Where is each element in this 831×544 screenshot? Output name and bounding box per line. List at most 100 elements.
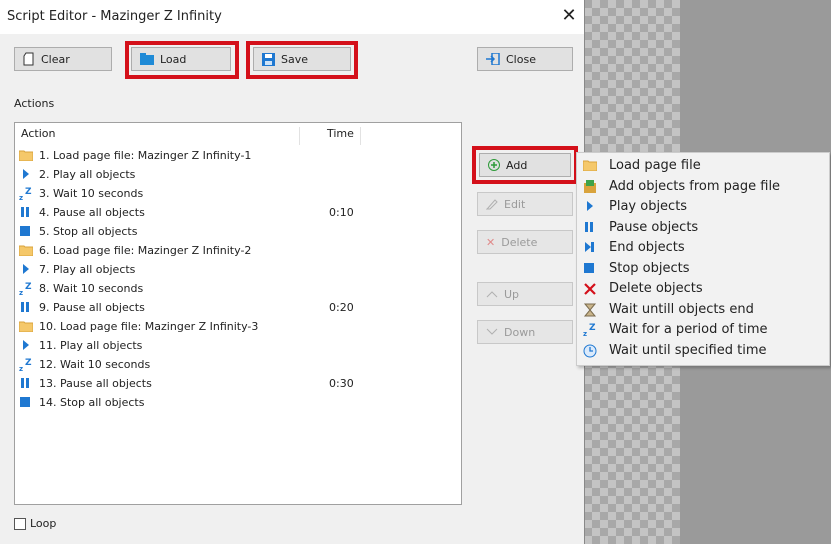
wait-icon: zZ bbox=[19, 187, 33, 202]
action-row[interactable]: 10. Load page file: Mazinger Z Infinity-… bbox=[18, 317, 439, 336]
action-text: 4. Pause all objects bbox=[39, 206, 145, 219]
wait-icon: zZ bbox=[19, 187, 32, 202]
action-row[interactable]: 9. Pause all objects 0:20 bbox=[19, 298, 439, 317]
wait-icon: zZ bbox=[19, 358, 33, 373]
folder-icon bbox=[18, 320, 34, 333]
svg-text:z: z bbox=[19, 194, 23, 201]
loop-checkbox[interactable] bbox=[14, 517, 26, 530]
menu-item-load-page-file[interactable]: Load page file bbox=[577, 156, 829, 176]
action-row[interactable]: 11. Play all objects bbox=[19, 336, 439, 355]
action-row[interactable]: 5. Stop all objects bbox=[19, 222, 439, 241]
end-icon bbox=[585, 242, 594, 252]
close-button[interactable]: Close bbox=[477, 47, 573, 71]
stop-icon bbox=[583, 262, 597, 276]
close-button-label: Close bbox=[506, 52, 536, 66]
loop-option[interactable]: Loop bbox=[14, 517, 56, 530]
down-button-label: Down bbox=[504, 325, 536, 339]
edit-button[interactable]: Edit bbox=[477, 192, 573, 216]
actions-label: Actions bbox=[14, 97, 55, 110]
menu-item-wait-for-a-period-of-time[interactable]: z Z Wait for a period of time bbox=[577, 320, 829, 340]
pencil-icon bbox=[486, 199, 498, 210]
menu-item-delete-objects[interactable]: Delete objects bbox=[577, 279, 829, 299]
folder-icon bbox=[18, 150, 34, 162]
menu-item-wait-until-specified-time[interactable]: Wait until specified time bbox=[577, 341, 829, 361]
folder-icon bbox=[18, 321, 34, 333]
folder-icon bbox=[582, 160, 598, 172]
action-text: 11. Play all objects bbox=[39, 339, 143, 352]
action-row[interactable]: 7. Play all objects bbox=[19, 260, 439, 279]
svg-text:Z: Z bbox=[25, 358, 32, 368]
wait-icon: zZ bbox=[19, 358, 32, 373]
stop-icon bbox=[20, 226, 30, 236]
menu-item-label: Wait untill objects end bbox=[609, 301, 754, 317]
stop-icon bbox=[19, 225, 33, 238]
action-text: 6. Load page file: Mazinger Z Infinity-2 bbox=[39, 244, 252, 257]
play-icon bbox=[23, 340, 29, 350]
delete-x-icon bbox=[583, 282, 597, 296]
action-row[interactable]: 14. Stop all objects bbox=[19, 393, 439, 412]
delete-button[interactable]: ✕ Delete bbox=[477, 230, 573, 254]
action-text: 5. Stop all objects bbox=[39, 225, 138, 238]
action-row[interactable]: 2. Play all objects bbox=[19, 165, 439, 184]
column-header-time[interactable]: Time bbox=[327, 127, 354, 140]
action-time: 0:30 bbox=[329, 377, 354, 390]
menu-item-label: Load page file bbox=[609, 158, 701, 173]
wait-icon: zZ bbox=[19, 282, 33, 297]
svg-text:z: z bbox=[19, 289, 23, 296]
menu-item-label: Wait until specified time bbox=[609, 342, 767, 358]
menu-item-label: Delete objects bbox=[609, 281, 703, 296]
close-window-icon[interactable]: ✕ bbox=[558, 5, 580, 27]
folder-icon bbox=[18, 245, 34, 257]
title-bar: Script Editor - Mazinger Z Infinity ✕ bbox=[0, 0, 584, 34]
menu-item-play-objects[interactable]: Play objects bbox=[577, 197, 829, 217]
action-text: 12. Wait 10 seconds bbox=[39, 358, 151, 371]
play-icon bbox=[19, 263, 33, 276]
stop-icon bbox=[584, 262, 594, 273]
svg-text:z: z bbox=[19, 365, 23, 372]
chevron-up-icon bbox=[486, 291, 498, 298]
action-row[interactable]: 13. Pause all objects 0:30 bbox=[19, 374, 439, 393]
save-highlight-box bbox=[246, 41, 358, 79]
column-separator bbox=[299, 127, 300, 145]
clear-button[interactable]: Clear bbox=[14, 47, 112, 71]
action-row[interactable]: 4. Pause all objects 0:10 bbox=[19, 203, 439, 222]
loop-label: Loop bbox=[30, 517, 57, 530]
folder-icon bbox=[18, 149, 34, 162]
menu-item-add-objects-from-page-file[interactable]: Add objects from page file bbox=[577, 177, 829, 197]
menu-item-wait-untill-objects-end[interactable]: Wait untill objects end bbox=[577, 300, 829, 320]
column-separator bbox=[360, 127, 361, 145]
play-icon bbox=[19, 168, 33, 181]
wait-icon: zZ bbox=[583, 323, 596, 338]
menu-item-end-objects[interactable]: End objects bbox=[577, 238, 829, 258]
action-row[interactable]: z Z 12. Wait 10 seconds bbox=[19, 355, 439, 374]
play-icon bbox=[587, 201, 593, 211]
action-text: 14. Stop all objects bbox=[39, 396, 145, 409]
actions-list[interactable]: Action Time 1. Load page file: Mazinger … bbox=[14, 122, 462, 505]
action-text: 13. Pause all objects bbox=[39, 377, 152, 390]
hourglass-icon bbox=[583, 303, 597, 317]
play-icon bbox=[23, 169, 29, 179]
script-editor-window: Script Editor - Mazinger Z Infinity ✕ Cl… bbox=[0, 0, 585, 544]
action-text: 3. Wait 10 seconds bbox=[39, 187, 144, 200]
action-text: 1. Load page file: Mazinger Z Infinity-1 bbox=[39, 149, 252, 162]
pause-icon bbox=[21, 302, 29, 312]
action-time: 0:20 bbox=[329, 301, 354, 314]
action-row[interactable]: 6. Load page file: Mazinger Z Infinity-2 bbox=[18, 241, 439, 260]
column-header-action[interactable]: Action bbox=[21, 127, 55, 140]
move-down-button[interactable]: Down bbox=[477, 320, 573, 344]
action-row[interactable]: 1. Load page file: Mazinger Z Infinity-1 bbox=[18, 146, 439, 165]
menu-item-label: Add objects from page file bbox=[609, 178, 781, 194]
action-text: 9. Pause all objects bbox=[39, 301, 145, 314]
menu-item-pause-objects[interactable]: Pause objects bbox=[577, 218, 829, 238]
pause-icon bbox=[19, 301, 33, 314]
delete-x-icon: ✕ bbox=[486, 235, 496, 249]
menu-item-stop-objects[interactable]: Stop objects bbox=[577, 259, 829, 279]
action-text: 7. Play all objects bbox=[39, 263, 136, 276]
clock-icon bbox=[583, 344, 597, 358]
play-icon bbox=[23, 264, 29, 274]
move-up-button[interactable]: Up bbox=[477, 282, 573, 306]
svg-text:z: z bbox=[583, 330, 587, 337]
exit-icon bbox=[486, 53, 500, 65]
action-row[interactable]: z Z 3. Wait 10 seconds bbox=[19, 184, 439, 203]
action-row[interactable]: z Z 8. Wait 10 seconds bbox=[19, 279, 439, 298]
